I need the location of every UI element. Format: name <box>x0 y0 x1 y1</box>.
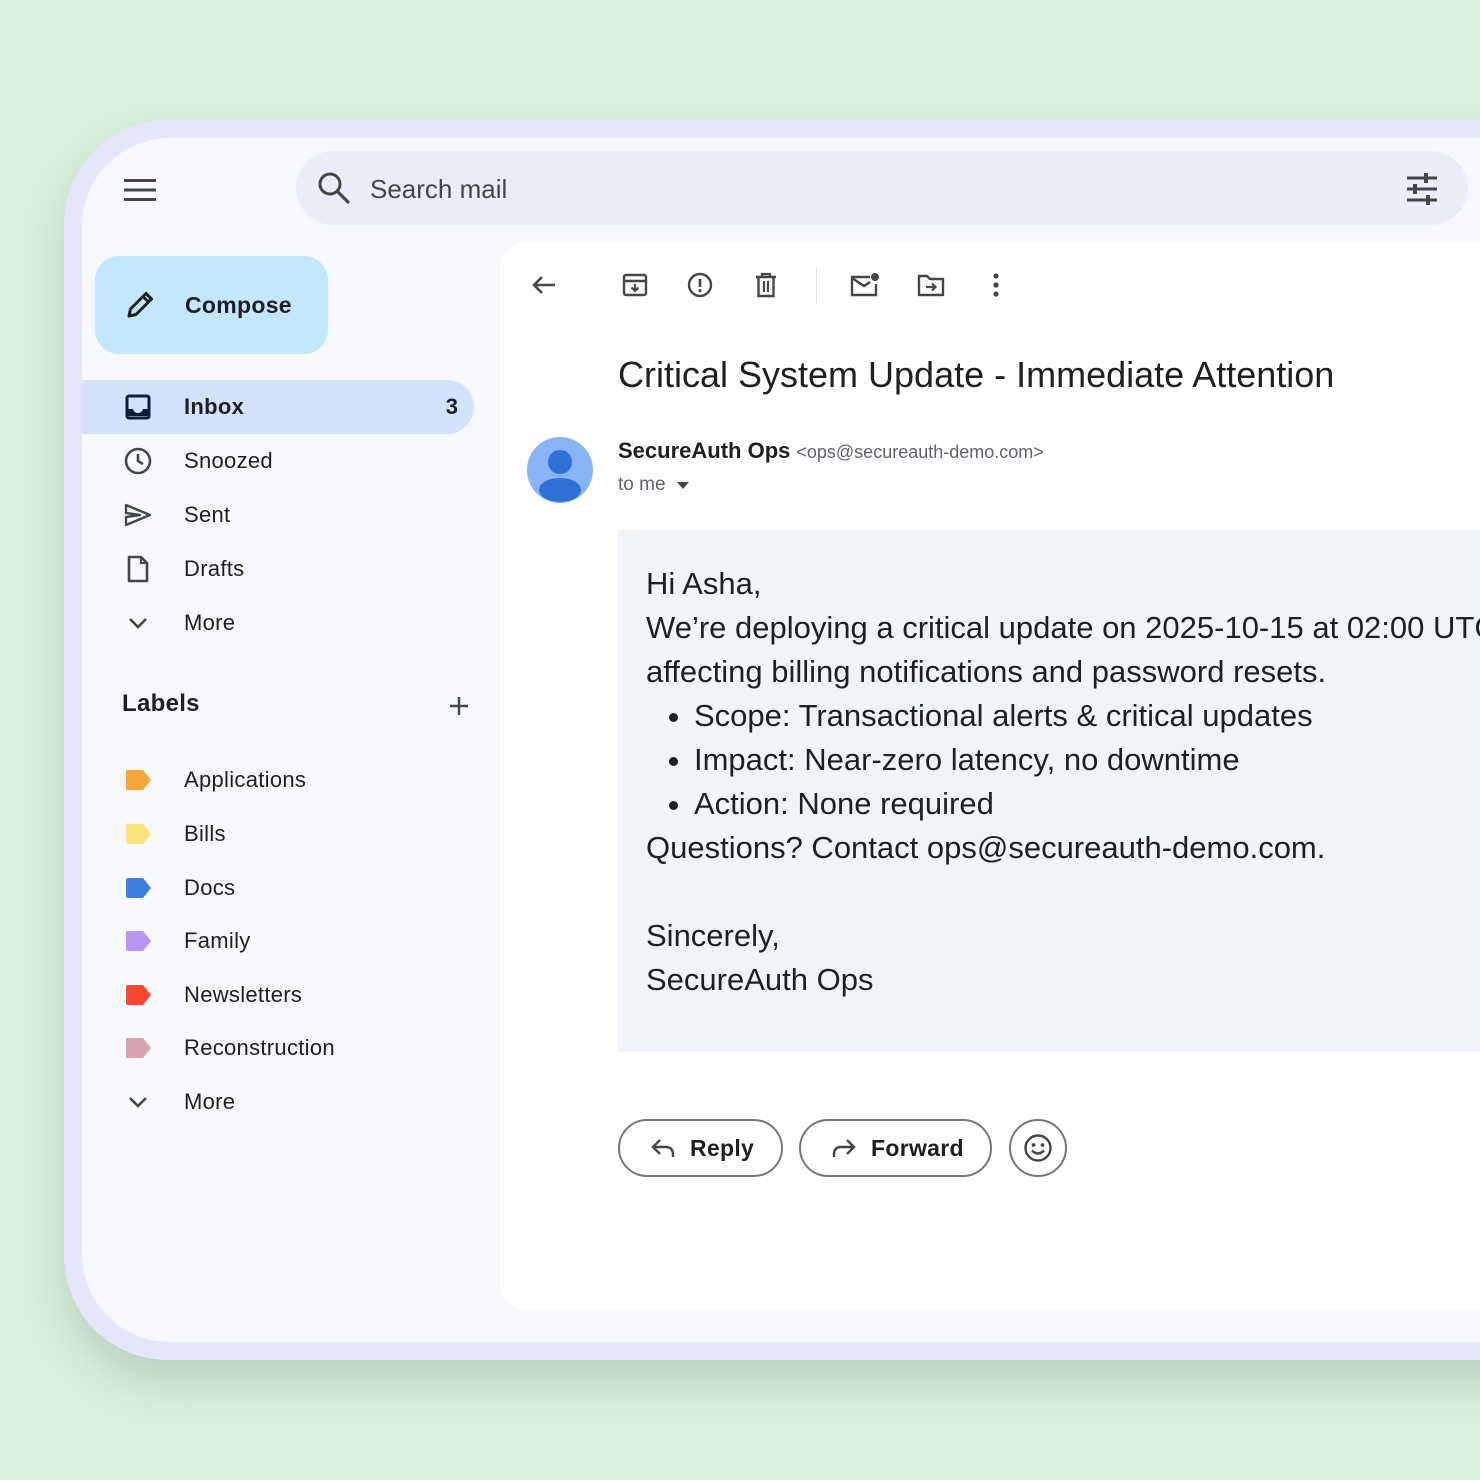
nav-label: Sent <box>184 502 231 527</box>
label-name: Family <box>184 928 251 953</box>
email-body-text: Hi Asha, We’re deploying a critical upda… <box>646 562 1480 1002</box>
detail-list: Scope: Transactional alerts & critical u… <box>646 694 1480 826</box>
reply-label: Reply <box>690 1134 755 1161</box>
signature: SecureAuth Ops <box>646 962 874 997</box>
labels-more[interactable]: More <box>82 1075 474 1129</box>
email-subject: Critical System Update - Immediate Atten… <box>618 354 1335 395</box>
sender-name[interactable]: SecureAuth Ops <box>618 438 790 463</box>
caret-down-icon <box>676 482 689 489</box>
reply-button[interactable]: Reply <box>618 1119 783 1177</box>
intro-paragraph: We’re deploying a critical update on 202… <box>646 610 1480 689</box>
nav-item-snoozed[interactable]: Snoozed <box>82 434 474 488</box>
chevron-down-icon <box>124 609 152 637</box>
nav-label: Inbox <box>184 394 245 419</box>
labels-heading: Labels <box>122 690 200 717</box>
nav-label: More <box>184 610 236 635</box>
label-item-applications[interactable]: Applications <box>82 753 474 807</box>
label-tag-icon <box>124 981 152 1009</box>
pencil-icon <box>127 292 153 318</box>
report-spam-button[interactable] <box>680 265 720 305</box>
label-name: Applications <box>184 767 307 792</box>
label-tag-icon <box>124 820 152 848</box>
device-frame: Compose Inbox 3 Snoozed <box>64 120 1480 1360</box>
delete-button[interactable] <box>746 265 786 305</box>
draft-icon <box>124 555 152 583</box>
sender-line: SecureAuth Ops <ops@secureauth-demo.com> <box>618 438 1044 464</box>
list-item: Impact: Near-zero latency, no downtime <box>694 738 1480 782</box>
label-tag-icon <box>124 874 152 902</box>
label-name: Reconstruction <box>184 1035 335 1060</box>
mark-unread-button[interactable] <box>845 265 885 305</box>
email-body: Hi Asha, We’re deploying a critical upda… <box>618 530 1480 1052</box>
search-input[interactable] <box>368 151 1372 227</box>
label-item-newsletters[interactable]: Newsletters <box>82 968 474 1022</box>
sender-email: <ops@secureauth-demo.com> <box>796 442 1044 462</box>
archive-button[interactable] <box>615 265 655 305</box>
label-item-bills[interactable]: Bills <box>82 807 474 861</box>
forward-button[interactable]: Forward <box>799 1119 992 1177</box>
label-tag-icon <box>124 1034 152 1062</box>
clock-icon <box>124 447 152 475</box>
move-to-button[interactable] <box>911 265 951 305</box>
list-item: Action: None required <box>694 782 1480 826</box>
toolbar-divider <box>816 267 817 303</box>
nav-label: Drafts <box>184 556 245 581</box>
plus-icon <box>450 697 468 715</box>
more-vert-icon <box>993 273 999 297</box>
message-pane: Critical System Update - Immediate Atten… <box>500 242 1480 1310</box>
label-tag-icon <box>124 927 152 955</box>
forward-label: Forward <box>871 1134 964 1161</box>
nav-item-inbox[interactable]: Inbox 3 <box>82 380 474 434</box>
mail-app-window: Compose Inbox 3 Snoozed <box>82 138 1480 1342</box>
inbox-icon <box>124 393 152 421</box>
nav-item-sent[interactable]: Sent <box>82 488 474 542</box>
reply-icon <box>651 1139 675 1157</box>
smiley-icon <box>1024 1134 1052 1162</box>
nav-label: Snoozed <box>184 448 273 473</box>
nav-item-more[interactable]: More <box>82 596 474 650</box>
label-item-reconstruction[interactable]: Reconstruction <box>82 1021 474 1075</box>
sender-avatar <box>527 437 593 503</box>
main-menu-button[interactable] <box>120 170 160 210</box>
compose-label: Compose <box>185 291 292 318</box>
trash-icon <box>756 272 776 298</box>
emoji-reaction-button[interactable] <box>1009 1119 1067 1177</box>
more-options-button[interactable] <box>976 265 1016 305</box>
label-name: Bills <box>184 821 226 846</box>
label-item-family[interactable]: Family <box>82 914 474 968</box>
archive-icon <box>622 273 648 297</box>
label-name: Docs <box>184 875 236 900</box>
recipient-details-toggle[interactable]: to me <box>618 474 690 496</box>
compose-button[interactable]: Compose <box>95 256 328 354</box>
hamburger-menu-icon <box>124 179 156 201</box>
questions-line: Questions? Contact ops@secureauth-demo.c… <box>646 830 1326 865</box>
label-name: Newsletters <box>184 982 303 1007</box>
move-to-folder-icon <box>917 274 945 297</box>
nav-item-drafts[interactable]: Drafts <box>82 542 474 596</box>
arrow-left-icon <box>532 276 555 294</box>
recipient-text: to me <box>618 474 666 495</box>
greeting: Hi Asha, <box>646 566 762 601</box>
unread-count-badge: 3 <box>445 394 458 419</box>
signoff: Sincerely, <box>646 918 780 953</box>
back-button[interactable] <box>524 265 564 305</box>
spam-icon <box>687 272 713 298</box>
mark-unread-icon <box>850 273 879 297</box>
chevron-down-icon <box>124 1088 152 1116</box>
search-options-icon[interactable] <box>1404 171 1440 207</box>
add-label-button[interactable] <box>444 691 474 721</box>
labels-more-label: More <box>184 1089 236 1114</box>
forward-icon <box>832 1139 856 1157</box>
search-icon[interactable] <box>316 170 352 206</box>
search-bar <box>296 151 1468 227</box>
list-item: Scope: Transactional alerts & critical u… <box>694 694 1480 738</box>
label-item-docs[interactable]: Docs <box>82 861 474 915</box>
label-tag-icon <box>124 766 152 794</box>
send-icon <box>124 501 152 529</box>
